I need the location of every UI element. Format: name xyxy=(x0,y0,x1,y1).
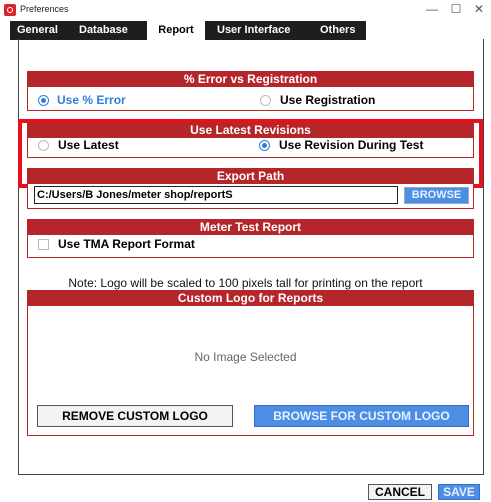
tab-report[interactable]: Report xyxy=(147,21,205,40)
tab-others[interactable]: Others xyxy=(316,21,359,40)
no-image-text: No Image Selected xyxy=(194,350,297,364)
tab-general[interactable]: General xyxy=(13,21,62,40)
section-title: Export Path xyxy=(28,169,473,184)
minimize-button[interactable]: — xyxy=(422,2,442,16)
tab-user-interface[interactable]: User Interface xyxy=(213,21,294,40)
use-registration-label[interactable]: Use Registration xyxy=(280,93,375,107)
browse-custom-logo-button[interactable]: BROWSE FOR CUSTOM LOGO xyxy=(254,405,469,427)
tma-report-format-checkbox[interactable] xyxy=(38,239,49,250)
window-titlebar: Preferences — ☐ ✕ xyxy=(0,0,491,20)
remove-custom-logo-button[interactable]: REMOVE CUSTOM LOGO xyxy=(37,405,233,427)
section-title: % Error vs Registration xyxy=(28,72,473,87)
tab-database[interactable]: Database xyxy=(75,21,132,40)
tma-report-format-label[interactable]: Use TMA Report Format xyxy=(58,237,195,251)
use-percent-error-radio[interactable] xyxy=(38,95,49,106)
tab-bar: General Database Report User Interface O… xyxy=(10,21,366,40)
use-registration-radio[interactable] xyxy=(260,95,271,106)
section-title: Custom Logo for Reports xyxy=(28,291,473,306)
use-percent-error-label[interactable]: Use % Error xyxy=(57,93,126,107)
section-title: Meter Test Report xyxy=(28,220,473,235)
export-path-input[interactable]: C:/Users/B Jones/meter shop/reportS xyxy=(34,186,398,204)
cancel-button[interactable]: CANCEL xyxy=(368,484,432,500)
close-button[interactable]: ✕ xyxy=(469,2,489,16)
save-button[interactable]: SAVE xyxy=(438,484,480,500)
logo-note: Note: Logo will be scaled to 100 pixels … xyxy=(68,276,423,290)
window-title: Preferences xyxy=(20,4,69,14)
browse-button[interactable]: BROWSE xyxy=(404,187,469,204)
app-icon xyxy=(4,4,16,16)
maximize-button[interactable]: ☐ xyxy=(446,2,466,16)
